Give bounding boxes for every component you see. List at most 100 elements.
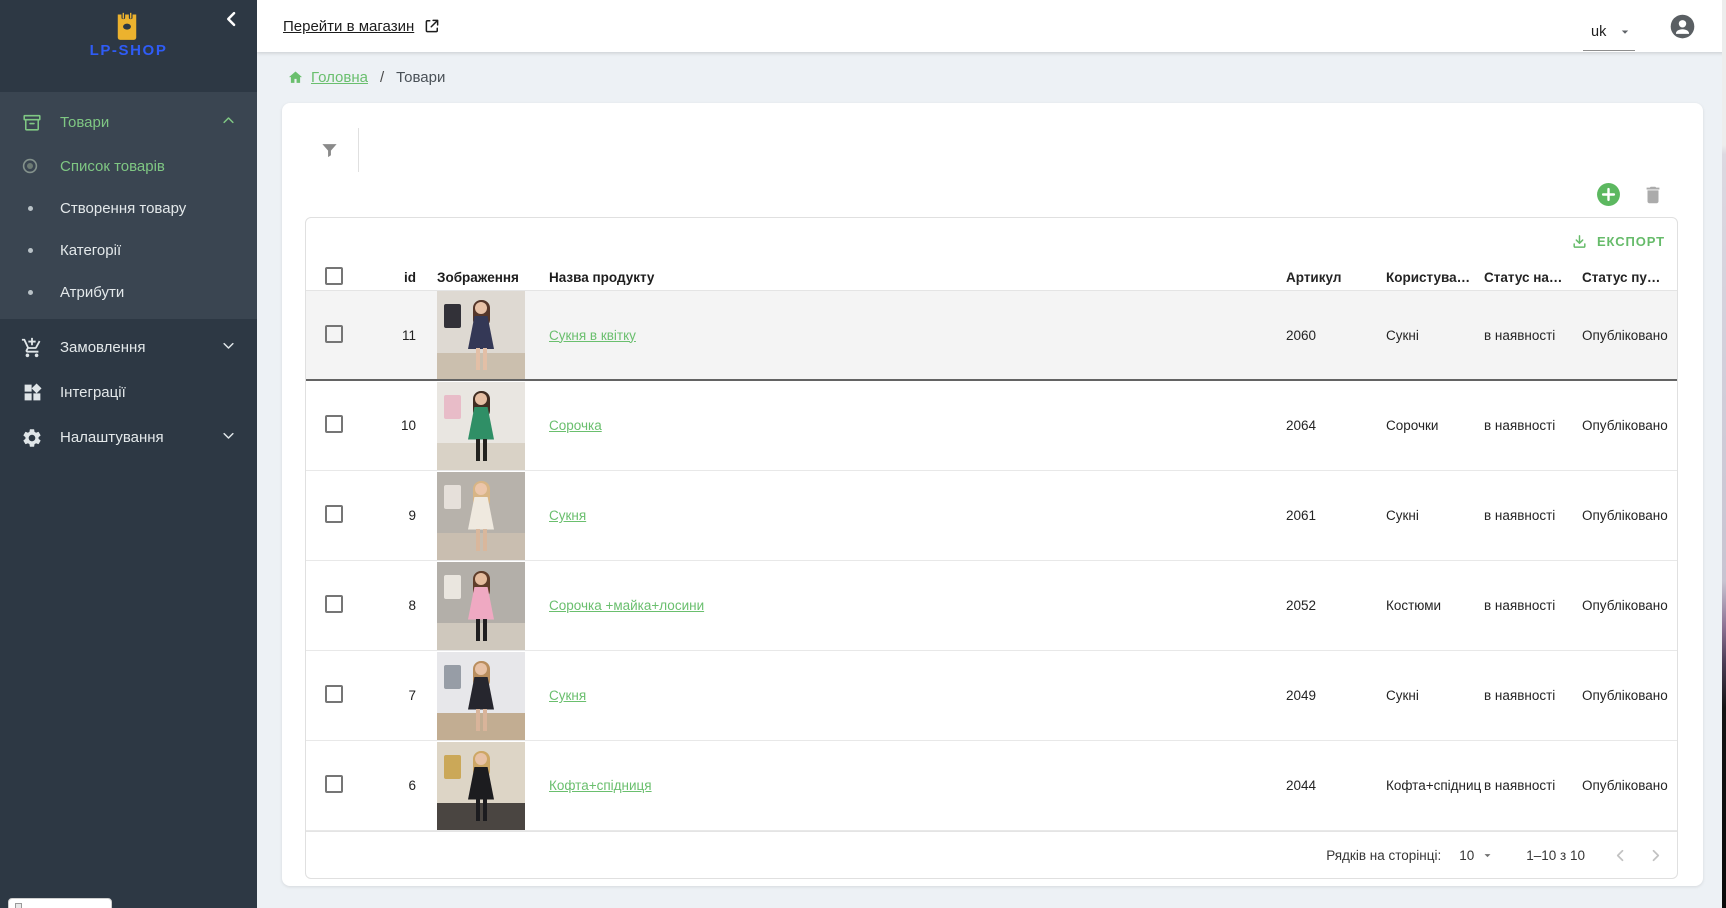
sidebar-item-orders[interactable]: Замовлення [0, 325, 257, 370]
row-checkbox[interactable] [325, 685, 343, 703]
image-head [475, 483, 487, 495]
image-head [475, 393, 487, 405]
sidebar-item-label: Створення товару [60, 200, 186, 217]
product-publish-status: Опубліковано [1581, 418, 1677, 433]
header-user: Користува… [1385, 270, 1483, 285]
product-name-link[interactable]: Кофта+спідниця [549, 778, 652, 793]
sidebar-item-label: Атрибути [60, 284, 124, 301]
table-header-row: id Зображення Назва продукту Артикул Кор… [306, 264, 1677, 291]
header-sku: Артикул [1285, 270, 1385, 285]
next-page-button[interactable] [1646, 846, 1665, 865]
row-checkbox[interactable] [325, 505, 343, 523]
row-id: 11 [346, 328, 416, 343]
store-link-label: Перейти в магазин [283, 18, 414, 35]
row-checkbox[interactable] [325, 325, 343, 343]
row-id: 9 [346, 508, 416, 523]
logo-text: LP-SHOP [0, 42, 257, 59]
sidebar-item-categories[interactable]: Категорії [0, 229, 257, 271]
sidebar-item-settings[interactable]: Налаштування [0, 415, 257, 460]
product-name-link[interactable]: Сукня [549, 508, 586, 523]
table-row: 8 Сорочка +майка+лосини 2052 Костюми в н… [306, 561, 1677, 651]
sidebar-item-product-list[interactable]: Список товарів [0, 145, 257, 187]
product-image[interactable] [437, 652, 525, 740]
product-name-link[interactable]: Сорочка +майка+лосини [549, 598, 704, 613]
product-image[interactable] [437, 472, 525, 560]
export-label: ЕКСПОРТ [1597, 234, 1665, 249]
image-accent [444, 485, 461, 509]
status-popup [8, 898, 112, 908]
shop-bag-icon [113, 11, 141, 41]
sidebar-item-label: Налаштування [60, 429, 164, 446]
home-icon [287, 69, 304, 86]
sidebar-item-label: Замовлення [60, 339, 145, 356]
header-name: Назва продукту [526, 270, 1285, 285]
image-legs [476, 529, 480, 551]
table-row: 11 Сукня в квітку 2060 Сукні в наявності… [306, 291, 1677, 381]
image-floor [437, 443, 525, 469]
product-stock-status: в наявності [1483, 598, 1581, 613]
image-accent [444, 304, 461, 328]
filter-bar [320, 128, 359, 172]
product-image[interactable] [437, 742, 525, 830]
select-all-checkbox[interactable] [325, 267, 343, 285]
sidebar-item-create-product[interactable]: Створення товару [0, 187, 257, 229]
image-floor [437, 623, 525, 649]
caret-down-icon [1481, 849, 1494, 862]
account-icon[interactable] [1669, 13, 1696, 40]
image-floor [437, 533, 525, 559]
export-button[interactable]: ЕКСПОРТ [306, 218, 1677, 264]
bullet-icon [22, 248, 38, 253]
cart-plus-icon [20, 336, 44, 360]
caret-down-icon [1618, 25, 1632, 39]
product-name-link[interactable]: Сукня в квітку [549, 328, 636, 343]
breadcrumb-separator: / [380, 69, 384, 86]
store-link[interactable]: Перейти в магазин [283, 17, 441, 35]
breadcrumb-home-link[interactable]: Головна [287, 69, 368, 86]
product-image[interactable] [437, 291, 525, 379]
table-row: 10 Сорочка 2064 Сорочки в наявності Опуб… [306, 381, 1677, 471]
delete-button[interactable] [1642, 184, 1664, 206]
sidebar-item-attributes[interactable]: Атрибути [0, 271, 257, 313]
sidebar-item-integrations[interactable]: Інтеграції [0, 370, 257, 415]
image-head [475, 302, 487, 314]
prev-page-button[interactable] [1611, 846, 1630, 865]
table-body: 11 Сукня в квітку 2060 Сукні в наявності… [306, 291, 1677, 831]
product-image[interactable] [437, 382, 525, 470]
product-sku: 2044 [1285, 778, 1385, 793]
product-publish-status: Опубліковано [1581, 508, 1677, 523]
sidebar-item-label: Інтеграції [60, 384, 126, 401]
language-select[interactable]: uk [1583, 13, 1635, 51]
filter-icon[interactable] [320, 141, 339, 160]
radio-selected-icon [22, 158, 38, 174]
product-category: Кофта+спідниц [1385, 778, 1483, 793]
add-product-button[interactable] [1596, 182, 1621, 207]
main-area: Перейти в магазин uk [257, 0, 1726, 908]
product-name-link[interactable]: Сорочка [549, 418, 602, 433]
gear-icon [20, 426, 44, 450]
row-checkbox[interactable] [325, 415, 343, 433]
sidebar-item-label: Товари [60, 114, 109, 131]
sidebar-item-products[interactable]: Товари [0, 100, 257, 145]
product-sku: 2049 [1285, 688, 1385, 703]
breadcrumb: Головна / Товари [257, 52, 1726, 102]
image-head [475, 753, 487, 765]
image-floor [437, 353, 525, 379]
product-name-link[interactable]: Сукня [549, 688, 586, 703]
row-checkbox[interactable] [325, 595, 343, 613]
row-checkbox[interactable] [325, 775, 343, 793]
image-legs [476, 619, 480, 641]
product-stock-status: в наявності [1483, 688, 1581, 703]
product-image[interactable] [437, 562, 525, 650]
image-floor [437, 803, 525, 829]
row-id: 10 [346, 418, 416, 433]
table-row: 7 Сукня 2049 Сукні в наявності Опубліков… [306, 651, 1677, 741]
product-sku: 2052 [1285, 598, 1385, 613]
sidebar-nav: Товари Список товарів [0, 92, 257, 460]
chevron-down-icon [221, 338, 236, 357]
product-category: Сукні [1385, 688, 1483, 703]
sidebar-collapse-icon[interactable] [222, 9, 242, 29]
product-publish-status: Опубліковано [1581, 328, 1677, 343]
image-head [475, 663, 487, 675]
image-accent [444, 395, 461, 419]
rows-per-page-select[interactable]: 10 [1459, 848, 1494, 863]
